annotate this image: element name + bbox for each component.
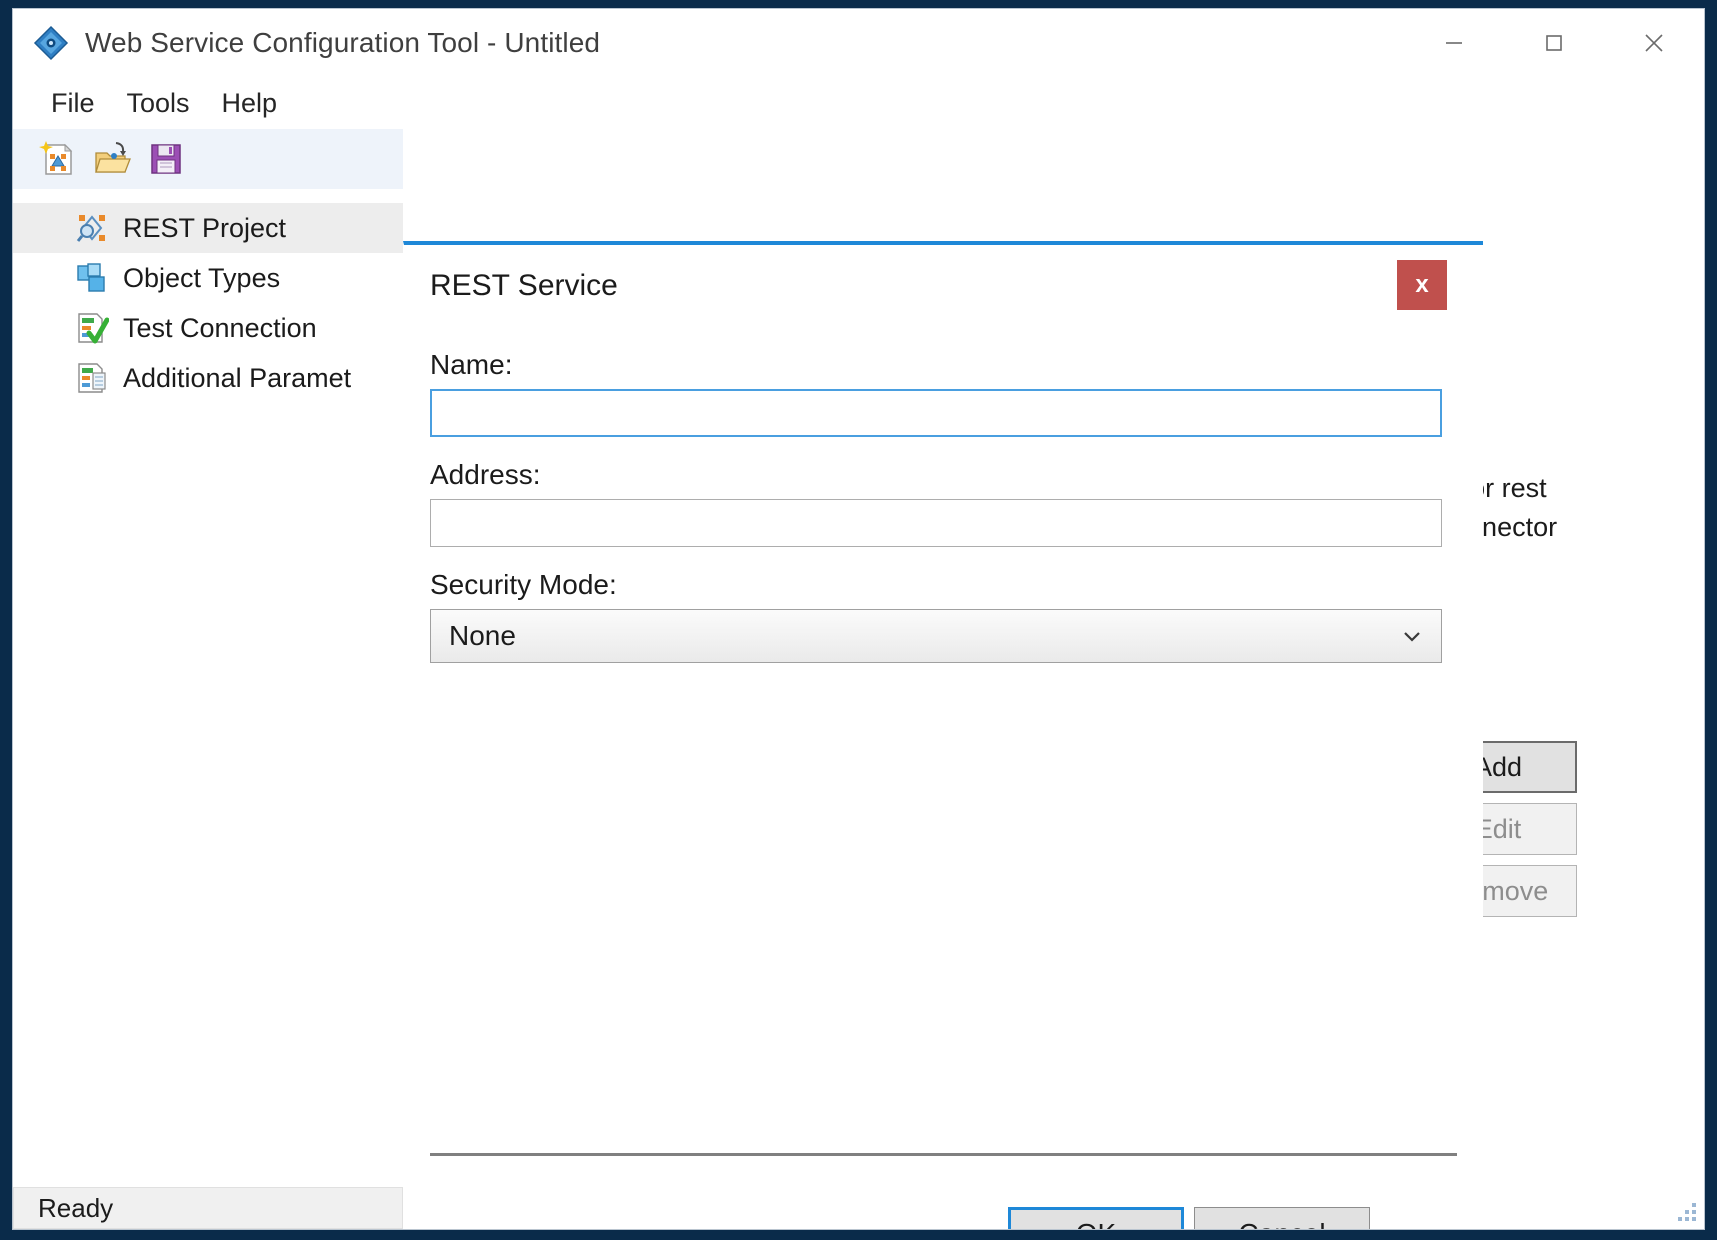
- toolbar: [13, 129, 403, 189]
- diamond-app-icon: [31, 23, 71, 63]
- left-pane: REST Project Object Types Test Connectio…: [13, 129, 403, 1187]
- status-message: Ready: [13, 1187, 403, 1229]
- save-project-button[interactable]: [139, 135, 193, 183]
- ok-button[interactable]: OK: [1008, 1207, 1184, 1229]
- rest-project-icon: [75, 211, 109, 245]
- tree-item-label: Object Types: [123, 262, 281, 293]
- save-floppy-icon: [151, 144, 181, 174]
- tree-item-label: REST Project: [123, 212, 287, 243]
- desktop-background: Web Service Configuration Tool - Untitle…: [0, 0, 1717, 1240]
- open-folder-icon: [95, 142, 131, 173]
- security-mode-label: Security Mode:: [430, 569, 617, 600]
- maximize-button[interactable]: [1504, 9, 1604, 77]
- title-bar: Web Service Configuration Tool - Untitle…: [13, 9, 1704, 77]
- address-input[interactable]: [430, 499, 1442, 547]
- menu-item-tools[interactable]: Tools: [111, 84, 206, 123]
- dialog-close-button[interactable]: x: [1397, 260, 1447, 310]
- dialog-header: REST Service x: [404, 245, 1483, 327]
- chevron-down-icon: [1401, 623, 1423, 649]
- tree-item-test-connection[interactable]: Test Connection: [13, 303, 403, 353]
- menu-bar: File Tools Help: [13, 77, 1704, 129]
- dialog-separator: [430, 1153, 1457, 1156]
- test-connection-icon: [75, 311, 110, 345]
- new-project-button[interactable]: [31, 135, 85, 183]
- tree-item-additional-parameters[interactable]: Additional Paramet: [13, 353, 403, 403]
- security-mode-value: None: [449, 620, 516, 651]
- minimize-icon: [1446, 42, 1462, 44]
- window-title: Web Service Configuration Tool - Untitle…: [85, 27, 601, 58]
- project-tree: REST Project Object Types Test Connectio…: [13, 189, 403, 403]
- cancel-button[interactable]: Cancel: [1194, 1207, 1370, 1229]
- tree-item-rest-project[interactable]: REST Project: [13, 203, 403, 253]
- address-label: Address:: [430, 459, 541, 490]
- window-close-button[interactable]: [1604, 9, 1704, 77]
- window-resize-grip[interactable]: [1672, 1199, 1698, 1225]
- name-input[interactable]: [430, 389, 1442, 437]
- open-project-button[interactable]: [85, 135, 139, 183]
- window-controls: [1404, 9, 1704, 77]
- maximize-icon: [1546, 35, 1562, 51]
- tree-item-object-types[interactable]: Object Types: [13, 253, 403, 303]
- object-types-icon: [75, 261, 109, 295]
- close-icon: [1645, 34, 1663, 52]
- tree-item-label: Additional Paramet: [123, 362, 352, 393]
- additional-parameters-icon: [75, 361, 109, 395]
- security-mode-select[interactable]: None: [430, 609, 1442, 663]
- minimize-button[interactable]: [1404, 9, 1504, 77]
- tree-item-label: Test Connection: [123, 312, 317, 343]
- dialog-title: REST Service: [430, 269, 618, 302]
- body-region: REST Project Object Types Test Connectio…: [13, 129, 1704, 1229]
- application-window: Web Service Configuration Tool - Untitle…: [12, 8, 1705, 1230]
- menu-item-help[interactable]: Help: [206, 84, 294, 123]
- menu-item-file[interactable]: File: [35, 84, 111, 123]
- name-label: Name:: [430, 349, 513, 380]
- rest-service-dialog: REST Service x Name: Address: Security M…: [403, 241, 1483, 1229]
- new-document-icon: [39, 141, 73, 175]
- dialog-body: Name: Address: Security Mode: None: [404, 327, 1483, 1229]
